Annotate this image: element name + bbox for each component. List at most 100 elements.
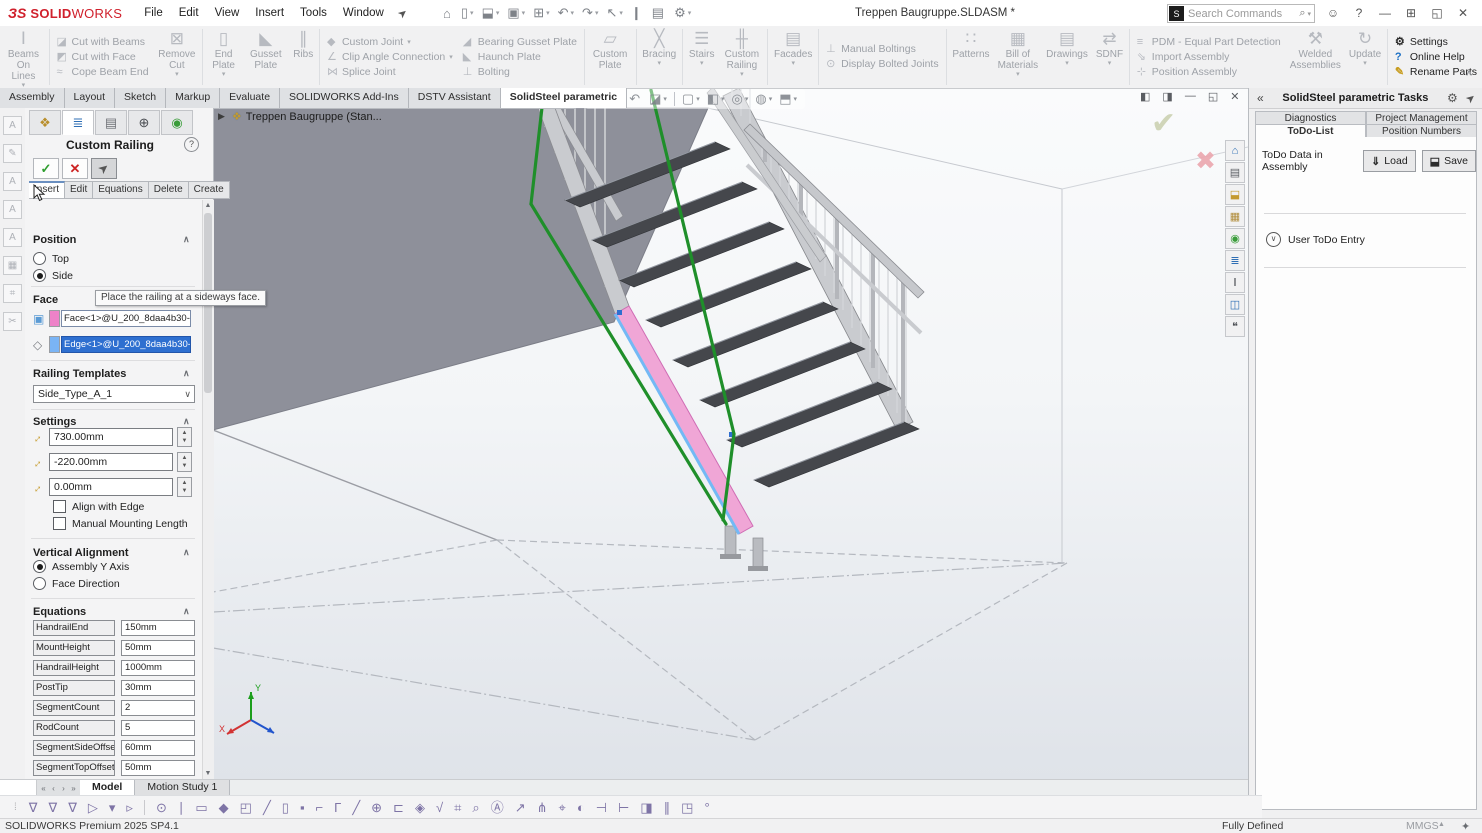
menu-item[interactable]: Edit (171, 1, 207, 26)
help-icon[interactable]: ? (1346, 6, 1372, 20)
ribbon-cell[interactable] (584, 29, 585, 85)
ribbon-cell[interactable] (49, 29, 50, 85)
radio-icon[interactable] (33, 252, 46, 265)
ribbon-cell[interactable] (767, 29, 768, 85)
ribbon-stack-item[interactable]: ◣Haunch Plate (463, 51, 577, 64)
ribbon-cell[interactable] (682, 29, 683, 85)
filter-display-icon[interactable]: ◨ (640, 798, 652, 818)
face-selection-field[interactable]: ▣ Face<1>@U_200_8daa4b30-et (33, 310, 191, 327)
radio-icon[interactable] (33, 577, 46, 590)
balloon-icon[interactable]: A (3, 228, 22, 247)
ribbon-stack-item[interactable]: ≈Cope Beam End (57, 66, 149, 79)
ribbon-cell[interactable] (202, 29, 203, 85)
pm-tab-property-icon[interactable]: ▤ (95, 110, 127, 135)
selection-value[interactable]: Edge<1>@U_200_8daa4b30-e (61, 336, 191, 353)
separator[interactable] (674, 92, 675, 106)
load-button[interactable]: ⇓Load (1363, 150, 1416, 172)
equation-name[interactable]: HandrailEnd (33, 620, 115, 636)
pm-tab-feature-manager-icon[interactable]: ≣ (62, 110, 94, 135)
note-icon[interactable]: A (3, 116, 22, 135)
confirm-ok-icon[interactable]: ✔ (1151, 106, 1176, 141)
select-icon[interactable]: ↖▾ (606, 5, 622, 21)
equations-group-header[interactable]: Equations (33, 606, 86, 618)
spinner-stepper[interactable]: ▲▼ (177, 452, 192, 472)
ribbon-stack-item[interactable]: ⚙Settings (1395, 36, 1477, 49)
gusset-plate-button[interactable]: ◣ Gusset Plate (242, 26, 289, 88)
minimize-doc-icon[interactable]: — (1185, 90, 1196, 103)
tab-nav-icon[interactable]: » (69, 784, 78, 793)
railing-template-select[interactable]: Side_Type_A_1 ∨ (33, 385, 195, 403)
end-plate-button[interactable]: ▯ End Plate ▾ (205, 26, 243, 88)
filter-axis-icon[interactable]: ╱ (352, 798, 360, 818)
equation-value-input[interactable]: 1000mm (121, 660, 195, 676)
align-with-edge-checkbox[interactable]: Align with Edge (53, 500, 144, 513)
separator[interactable] (144, 800, 145, 815)
steel-beam-icon[interactable]: Ⅰ (1225, 272, 1245, 293)
tab-nav-icon[interactable]: ‹ (49, 784, 58, 793)
ribbon-cell[interactable] (818, 29, 819, 85)
edge-selection-field[interactable]: ◇ Edge<1>@U_200_8daa4b30-e (33, 336, 191, 353)
pm-tab-configuration-icon[interactable]: ⊕ (128, 110, 160, 135)
mode-tab[interactable]: Equations (93, 181, 148, 199)
position-group-header[interactable]: Position (33, 234, 76, 246)
filter-point-icon[interactable]: ⊙ (156, 798, 167, 818)
ribbon-stack-item[interactable]: ⋈Splice Joint (327, 66, 453, 79)
comment-icon[interactable]: ❝ (1225, 316, 1245, 337)
ribbon-stack-item[interactable]: ?Online Help (1395, 51, 1477, 64)
close-doc-icon[interactable]: ✕ (1230, 90, 1239, 103)
filter-polygon-icon[interactable]: ◆ (219, 798, 229, 818)
filter-measure-icon[interactable]: ⋔ (537, 798, 548, 818)
collapse-chevron-icon[interactable]: ∧ (183, 234, 190, 245)
filter-target-icon[interactable]: ⌖ (559, 798, 566, 818)
bill-of-materials-button[interactable]: ▦ Bill of Materials ▾ (994, 26, 1043, 88)
gear-icon[interactable]: ⚙ (1447, 91, 1458, 105)
command-tab[interactable]: SOLIDWORKS Add-Ins (280, 88, 409, 108)
area-hatch-icon[interactable]: ⌗ (3, 284, 22, 303)
search-icon[interactable]: ⌕ (1299, 7, 1305, 20)
web-icon[interactable]: ◉ (1225, 228, 1245, 249)
home-icon[interactable]: ⌂ (1225, 140, 1245, 161)
search-input[interactable]: Search Commands (1188, 8, 1299, 20)
mode-tab[interactable]: Create (189, 181, 230, 199)
filter-corner-icon[interactable]: ⌐ (316, 798, 324, 818)
filter-rectangle-icon[interactable]: ▭ (195, 798, 207, 818)
checkbox-icon[interactable] (53, 517, 66, 530)
distance-input[interactable]: 730.00mm (49, 428, 173, 446)
equation-value-input[interactable]: 60mm (121, 740, 195, 756)
units-caret-icon[interactable]: ▲ (1438, 821, 1445, 828)
equation-value-input[interactable]: 2 (121, 700, 195, 716)
pane-right-icon[interactable]: ◨ (1162, 90, 1172, 103)
model-tab[interactable]: Motion Study 1 (135, 780, 230, 796)
command-tab[interactable]: Evaluate (220, 88, 280, 108)
stairs-button[interactable]: ☰ Stairs ▾ (685, 26, 719, 88)
facades-button[interactable]: ▤ Facades ▾ (770, 26, 816, 88)
lasso-select-icon[interactable]: ▹ (126, 798, 133, 818)
filter-line-icon[interactable]: ∣ (178, 798, 185, 818)
search-dropdown-icon[interactable]: ▾ (1307, 10, 1311, 18)
command-tab[interactable]: Markup (166, 88, 220, 108)
equation-name[interactable]: HandrailHeight (33, 660, 115, 676)
ribbon-cell[interactable] (636, 29, 637, 85)
command-tab[interactable]: Layout (65, 88, 116, 108)
restore-icon[interactable]: ◱ (1424, 6, 1450, 20)
filter-spline-icon[interactable]: ╱ (263, 798, 271, 818)
joint-group[interactable]: ◆Custom Joint▾ ∠Clip Angle Connection▾ ⋈… (322, 26, 458, 88)
equation-value-input[interactable]: 50mm (121, 760, 195, 776)
scroll-down-icon[interactable]: ▼ (203, 768, 213, 779)
ribbon-stack-item[interactable]: ⊹Position Assembly (1137, 66, 1281, 79)
collapse-chevron-icon[interactable]: ∧ (183, 606, 190, 617)
ribbon-cell[interactable] (319, 29, 320, 85)
folder-icon[interactable]: ⬓ (1225, 184, 1245, 205)
equation-value-input[interactable]: 30mm (121, 680, 195, 696)
filter-vertices-icon[interactable]: ∇ (29, 798, 38, 818)
minimize-icon[interactable]: — (1372, 6, 1398, 20)
remove-cut-button[interactable]: ⊠ Remove Cut ▾ (154, 26, 201, 88)
account-icon[interactable]: ☺ (1320, 6, 1346, 20)
command-tab[interactable]: DSTV Assistant (409, 88, 501, 108)
update-button[interactable]: ↻ Update ▾ (1345, 26, 1385, 88)
model-tab[interactable]: Model (80, 780, 135, 796)
hide-show-items-icon[interactable]: ◎▾ (732, 91, 749, 107)
ribbon-stack-item[interactable]: ◢Bearing Gusset Plate (463, 36, 577, 49)
menu-item[interactable]: View (207, 1, 248, 26)
list-icon[interactable]: ≣ (1225, 250, 1245, 271)
